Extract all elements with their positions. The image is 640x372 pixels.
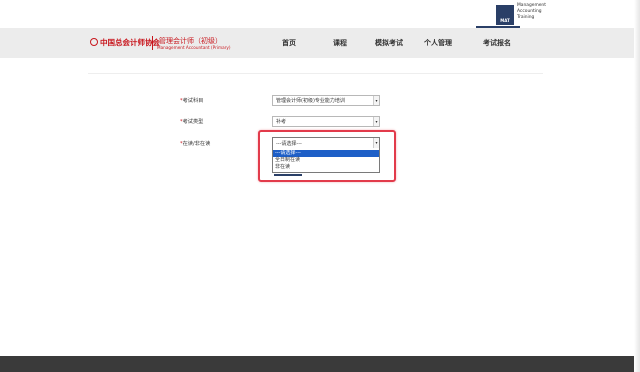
dropdown-scroll-indicator (274, 174, 302, 176)
subject-select[interactable]: 管理会计师(初级)专业能力培训 ▾ (272, 95, 380, 106)
mat-badge-text: MAT (500, 18, 510, 23)
dropdown-option-placeholder[interactable]: ---请选择--- (273, 150, 379, 157)
nav-personal[interactable]: 个人管理 (424, 38, 452, 48)
mat-text: Management Accounting Training (517, 3, 577, 21)
chevron-down-icon: ▾ (373, 117, 379, 126)
category-label: *考试类型 (180, 118, 203, 125)
page-edge-shadow (634, 0, 640, 372)
nav-home[interactable]: 首页 (282, 38, 296, 48)
nav-mock-exam[interactable]: 模拟考试 (375, 38, 403, 48)
chevron-down-icon: ▾ (373, 138, 379, 148)
status-label-text: 在读/非在读 (182, 141, 211, 147)
dropdown-option-not-enrolled[interactable]: 非在读 (273, 164, 379, 171)
subject-select-value: 管理会计师(初级)专业能力培训 (276, 98, 345, 104)
category-select[interactable]: 补考 ▾ (272, 116, 380, 127)
subject-label-text: 考试科目 (182, 98, 204, 104)
status-select-value: ---请选择--- (276, 141, 302, 147)
brand-subtitle: Management Accountant (Primary) (157, 45, 231, 50)
association-logo-icon[interactable] (90, 38, 98, 46)
content-divider (88, 73, 543, 74)
status-select-dropdown[interactable]: ---请选择--- ▾ ---请选择--- 全日制在读 非在读 (272, 137, 380, 173)
brand-divider (152, 36, 153, 50)
chevron-down-icon: ▾ (373, 96, 379, 105)
association-name[interactable]: 中国总会计师协会 (100, 37, 160, 48)
footer-bar (0, 356, 640, 372)
status-label: *在读/非在读 (180, 140, 210, 147)
category-select-value: 补考 (276, 119, 287, 125)
dropdown-option-fulltime[interactable]: 全日制在读 (273, 157, 379, 164)
mat-logo: MAT (496, 5, 514, 25)
status-select[interactable]: ---请选择--- ▾ (273, 138, 379, 149)
category-label-text: 考试类型 (182, 119, 204, 125)
nav-exam-registration[interactable]: 考试报名 (483, 38, 511, 48)
mat-line-3: Training (517, 15, 535, 20)
subject-label: *考试科目 (180, 97, 203, 104)
nav-courses[interactable]: 课程 (333, 38, 347, 48)
